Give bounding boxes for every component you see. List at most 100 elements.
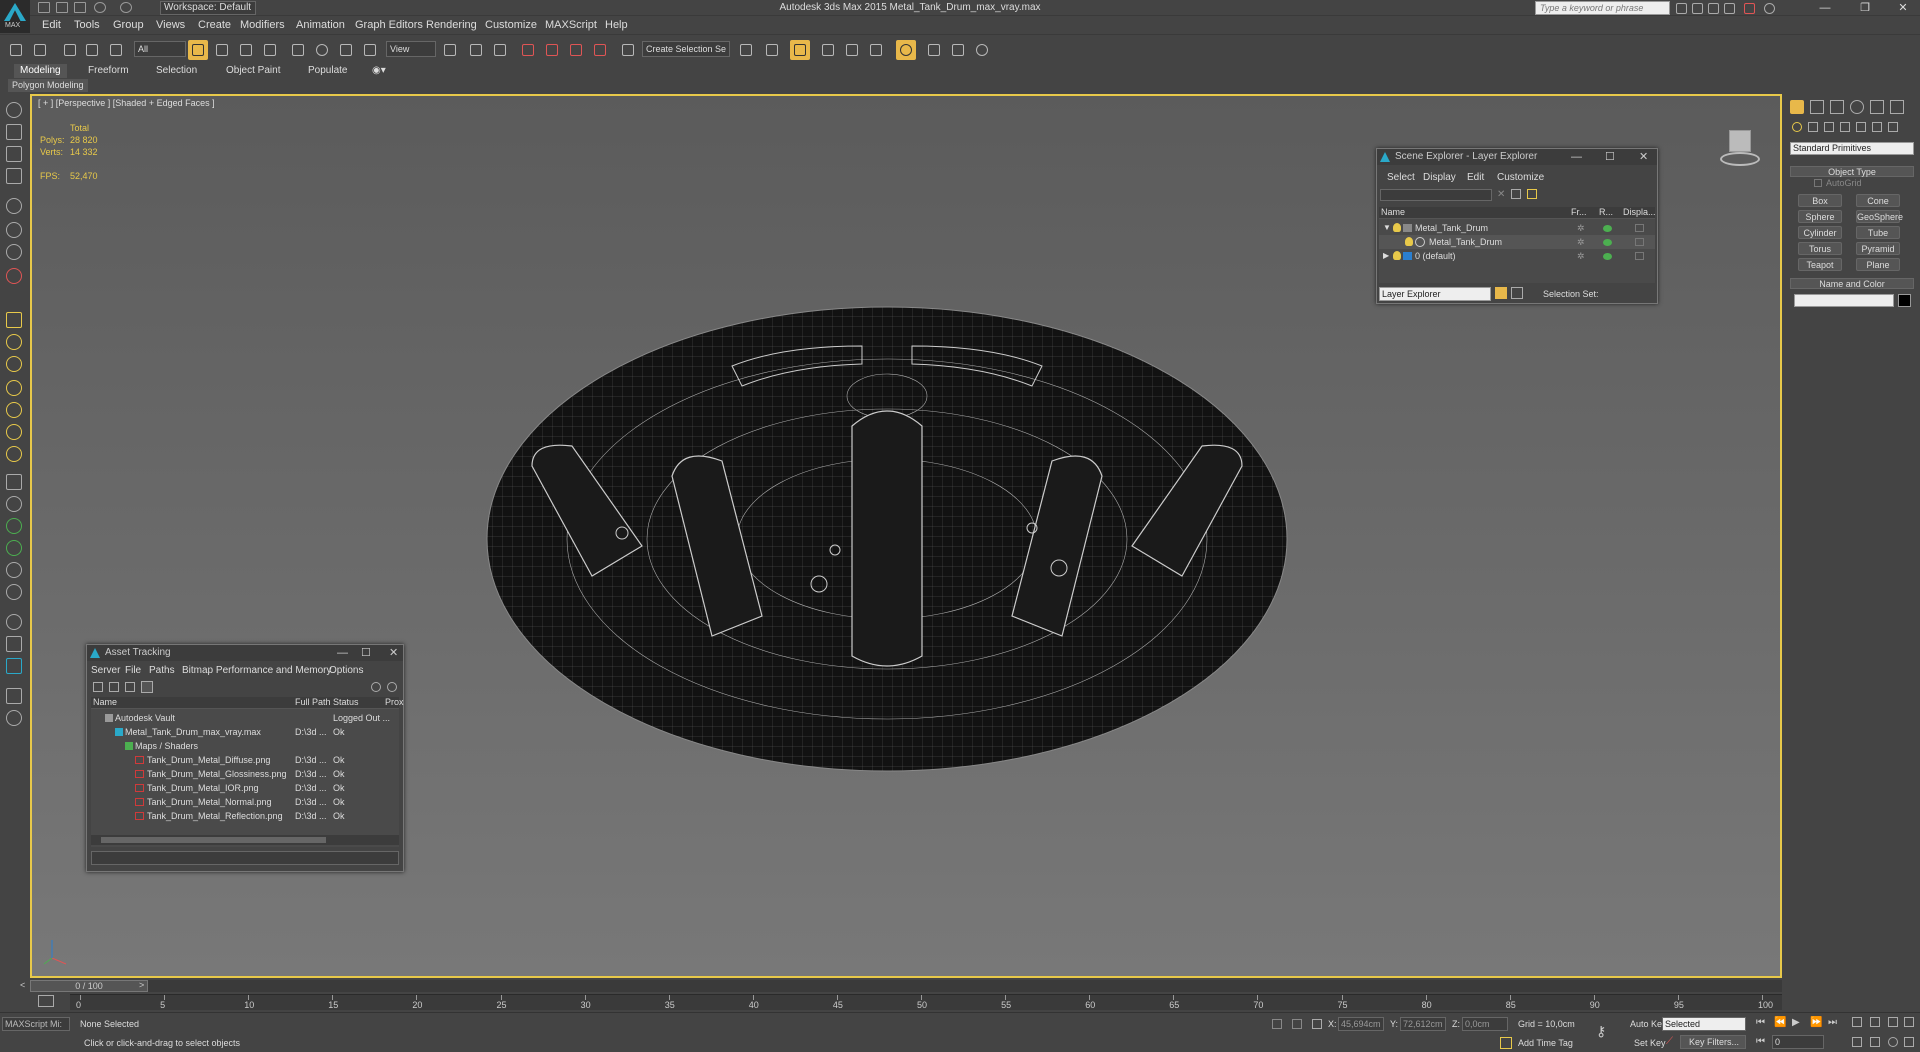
set-key-icon[interactable]: ⟋ bbox=[1666, 1036, 1673, 1047]
selection-filter-dropdown[interactable]: All bbox=[134, 41, 186, 57]
lock-icon[interactable] bbox=[1272, 1019, 1282, 1029]
table-row[interactable]: Tank_Drum_Metal_Reflection.png D:\3d ...… bbox=[91, 809, 399, 823]
track-bar-icon[interactable] bbox=[38, 995, 54, 1007]
pan-icon[interactable] bbox=[1870, 1037, 1880, 1047]
detail-view-icon[interactable] bbox=[125, 682, 135, 692]
render-setup-icon[interactable] bbox=[924, 40, 944, 60]
undo-tool-icon[interactable] bbox=[6, 40, 26, 60]
undo-icon[interactable] bbox=[94, 2, 106, 13]
asset-tracking-titlebar[interactable]: Asset Tracking — ☐ ✕ bbox=[87, 645, 403, 661]
se-minimize-button[interactable]: — bbox=[1571, 149, 1582, 165]
box-button[interactable]: Box bbox=[1798, 194, 1842, 207]
unlink-icon[interactable] bbox=[82, 40, 102, 60]
se-filter-icon[interactable] bbox=[1511, 189, 1521, 199]
helpers-icon[interactable] bbox=[1856, 122, 1866, 132]
hierarchy-icon[interactable] bbox=[1511, 287, 1523, 299]
minimize-button[interactable]: — bbox=[1810, 1, 1840, 15]
tool-icon-1[interactable] bbox=[6, 102, 22, 118]
open-file-icon[interactable] bbox=[56, 2, 68, 13]
se-search-input[interactable] bbox=[1380, 189, 1492, 201]
orbit-icon[interactable] bbox=[1888, 1037, 1898, 1047]
tool-icon-7[interactable] bbox=[6, 244, 22, 260]
pivot-center-icon[interactable] bbox=[440, 40, 460, 60]
key-mode-icon[interactable]: ⏮ bbox=[1756, 1036, 1765, 1047]
geometry-icon[interactable] bbox=[1792, 122, 1802, 132]
render-production-icon[interactable] bbox=[972, 40, 992, 60]
tab-object-paint[interactable]: Object Paint bbox=[220, 64, 286, 78]
category-dropdown[interactable]: Standard Primitives bbox=[1790, 142, 1914, 155]
asset-path-field[interactable] bbox=[91, 851, 399, 865]
sphere-button[interactable]: Sphere bbox=[1798, 210, 1842, 223]
se-menu-edit[interactable]: Edit bbox=[1467, 172, 1484, 183]
hierarchy-tab-icon[interactable] bbox=[1830, 100, 1844, 114]
menu-create[interactable]: Create bbox=[198, 19, 231, 31]
helper-icon[interactable] bbox=[6, 562, 22, 578]
horizontal-scrollbar[interactable] bbox=[91, 835, 399, 845]
modify-tab-icon[interactable] bbox=[1810, 100, 1824, 114]
rectangular-selection-icon[interactable] bbox=[236, 40, 256, 60]
help-icon[interactable] bbox=[1764, 3, 1775, 14]
menu-edit[interactable]: Edit bbox=[42, 19, 61, 31]
create-tab-icon[interactable] bbox=[1790, 100, 1804, 114]
col-proxy[interactable]: Prox bbox=[385, 697, 404, 707]
percent-snap-icon[interactable] bbox=[566, 40, 586, 60]
viewcube[interactable] bbox=[1712, 124, 1768, 170]
tab-selection[interactable]: Selection bbox=[150, 64, 203, 78]
menu-customize[interactable]: Customize bbox=[485, 19, 537, 31]
map-icon[interactable] bbox=[6, 658, 22, 674]
render-toggle-icon[interactable] bbox=[1603, 239, 1612, 246]
spacewarps-icon[interactable] bbox=[1872, 122, 1882, 132]
material-editor-icon[interactable] bbox=[896, 40, 916, 60]
object-row[interactable]: Metal_Tank_Drum ✲ bbox=[1379, 235, 1655, 249]
set-key-button[interactable]: Set Key bbox=[1634, 1036, 1666, 1050]
table-row[interactable]: Tank_Drum_Metal_Normal.png D:\3d ... Ok bbox=[91, 795, 399, 809]
display-tab-icon[interactable] bbox=[1870, 100, 1884, 114]
se-layer-icon[interactable] bbox=[1527, 189, 1537, 199]
cone-button[interactable]: Cone bbox=[1856, 194, 1900, 207]
at-settings-icon[interactable] bbox=[371, 682, 381, 692]
redo-tool-icon[interactable] bbox=[30, 40, 50, 60]
layer-toggle-icon[interactable] bbox=[1495, 287, 1507, 299]
save-file-icon[interactable] bbox=[74, 2, 86, 13]
expand-icon[interactable]: ▶ bbox=[1383, 249, 1389, 263]
display-icon[interactable] bbox=[1635, 224, 1644, 232]
lightbulb-icon[interactable] bbox=[1393, 223, 1401, 232]
object-name-input[interactable] bbox=[1794, 294, 1894, 307]
add-time-tag[interactable]: Add Time Tag bbox=[1518, 1036, 1573, 1050]
fov-icon[interactable] bbox=[1852, 1037, 1862, 1047]
link-icon[interactable] bbox=[60, 40, 80, 60]
z-coordinate[interactable]: 0,0cm bbox=[1462, 1017, 1508, 1031]
zoom-extents-all-icon[interactable] bbox=[1904, 1017, 1914, 1027]
at-close-button[interactable]: ✕ bbox=[389, 645, 398, 661]
lightbulb-icon[interactable] bbox=[1405, 237, 1413, 246]
table-row[interactable]: Metal_Tank_Drum_max_vray.max D:\3d ... O… bbox=[91, 725, 399, 739]
at-maximize-button[interactable]: ☐ bbox=[361, 645, 371, 661]
viewcube-box-icon[interactable] bbox=[1729, 130, 1751, 152]
current-frame-input[interactable]: 0 bbox=[1772, 1035, 1824, 1049]
select-manipulate-icon[interactable] bbox=[466, 40, 486, 60]
tab-modeling[interactable]: Modeling bbox=[14, 64, 67, 78]
menu-maxscript[interactable]: MAXScript bbox=[545, 19, 597, 31]
y-coordinate[interactable]: 72,612cm bbox=[1400, 1017, 1446, 1031]
tab-populate[interactable]: Populate bbox=[302, 64, 353, 78]
camera-icon[interactable] bbox=[6, 584, 22, 600]
bend-icon[interactable] bbox=[6, 474, 22, 490]
communication-icon[interactable] bbox=[1692, 3, 1703, 14]
ribbon-options-icon[interactable]: ◉▾ bbox=[366, 64, 392, 78]
menu-rendering[interactable]: Rendering bbox=[426, 19, 477, 31]
table-view-icon[interactable] bbox=[141, 681, 153, 693]
goto-end-icon[interactable]: ⏭ bbox=[1828, 1017, 1837, 1028]
col-name[interactable]: Name bbox=[93, 697, 117, 707]
layer-explorer-icon[interactable] bbox=[790, 40, 810, 60]
se-close-button[interactable]: ✕ bbox=[1639, 149, 1648, 165]
freeze-icon[interactable]: ✲ bbox=[1577, 249, 1585, 263]
keyboard-shortcut-icon[interactable] bbox=[490, 40, 510, 60]
at-menu-file[interactable]: File bbox=[125, 665, 141, 676]
geosphere-button[interactable]: GeoSphere bbox=[1856, 210, 1903, 223]
table-row[interactable]: Tank_Drum_Metal_IOR.png D:\3d ... Ok bbox=[91, 781, 399, 795]
freeze-icon[interactable]: ✲ bbox=[1577, 221, 1585, 235]
binoculars-icon[interactable] bbox=[1676, 3, 1687, 14]
restore-button[interactable]: ❐ bbox=[1850, 1, 1880, 15]
table-row[interactable]: Tank_Drum_Metal_Glossiness.png D:\3d ...… bbox=[91, 767, 399, 781]
se-maximize-button[interactable]: ☐ bbox=[1605, 149, 1615, 165]
